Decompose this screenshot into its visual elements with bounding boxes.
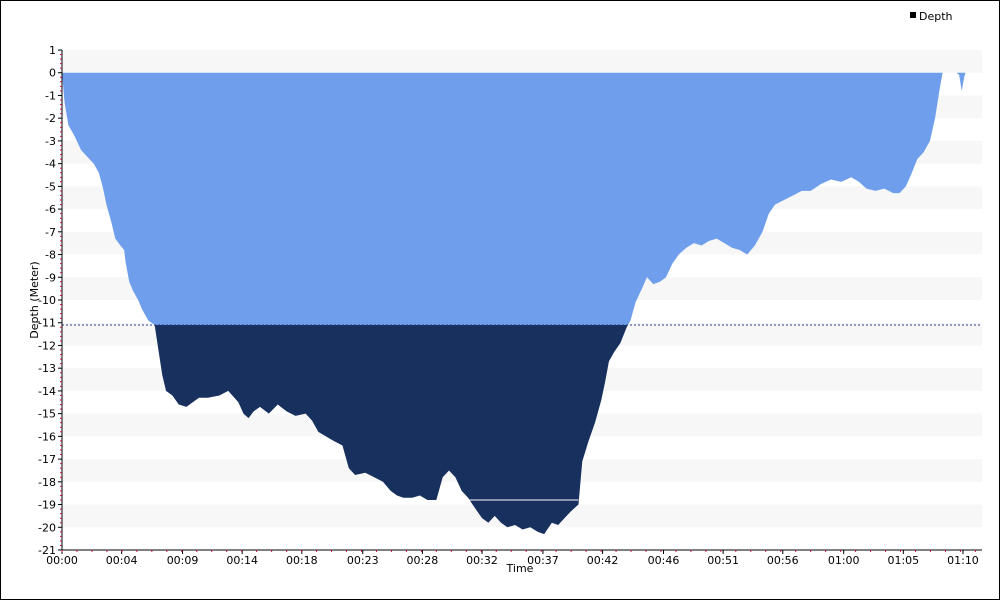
y-tick-label: -1 (45, 89, 56, 102)
x-tick-label: 00:46 (648, 554, 680, 567)
y-tick-label: -7 (45, 226, 56, 239)
y-tick-label: -17 (38, 453, 56, 466)
x-tick-label: 00:00 (46, 554, 78, 567)
y-axis-title: Depth (Meter) (28, 261, 41, 338)
x-tick-label: 00:42 (587, 554, 619, 567)
y-tick-label: -8 (45, 249, 56, 262)
grid-band (62, 50, 982, 73)
legend: Depth (910, 10, 953, 23)
y-tick-label: -20 (38, 521, 56, 534)
x-tick-label: 00:18 (286, 554, 318, 567)
y-axis: 10-1-2-3-4-5-6-7-8-9-10-11-12-13-14-15-1… (38, 44, 63, 557)
x-tick-label: 00:14 (226, 554, 258, 567)
y-tick-label: 1 (49, 44, 56, 57)
x-tick-label: 01:00 (828, 554, 860, 567)
x-tick-label: 00:32 (466, 554, 498, 567)
y-tick-label: 0 (49, 67, 56, 80)
y-tick-label: -14 (38, 385, 56, 398)
chart-frame: 1 0 -1 -2 -3 -4 -5 -6 -7 -8 -9 -10 -11 -12 -13 -14 -15 -1… (0, 0, 1000, 600)
y-tick-label: -13 (38, 362, 56, 375)
x-axis-title: Time (506, 562, 534, 575)
x-tick-label: 00:23 (347, 554, 379, 567)
y-tick-label: -15 (38, 408, 56, 421)
y-tick-label: -16 (38, 430, 56, 443)
x-tick-label: 00:28 (407, 554, 439, 567)
y-tick-label: -5 (45, 180, 56, 193)
x-tick-label: 00:56 (767, 554, 799, 567)
x-tick-label: 01:10 (947, 554, 979, 567)
y-tick-label: -3 (45, 135, 56, 148)
x-tick-label: 00:51 (707, 554, 739, 567)
x-tick-label: 01:05 (887, 554, 919, 567)
y-tick-label: -12 (38, 339, 56, 352)
y-tick-label: -6 (45, 203, 56, 216)
x-tick-label: 00:09 (167, 554, 199, 567)
depth-chart: 10-1-2-3-4-5-6-7-8-9-10-11-12-13-14-15-1… (28, 10, 982, 575)
y-tick-label: -9 (45, 271, 56, 284)
y-tick-label: -19 (38, 499, 56, 512)
y-tick-label: -4 (45, 158, 56, 171)
legend-marker (910, 12, 916, 18)
y-tick-label: -2 (45, 112, 56, 125)
x-tick-label: 00:04 (106, 554, 138, 567)
legend-label: Depth (919, 10, 953, 23)
y-tick-label: -18 (38, 476, 56, 489)
